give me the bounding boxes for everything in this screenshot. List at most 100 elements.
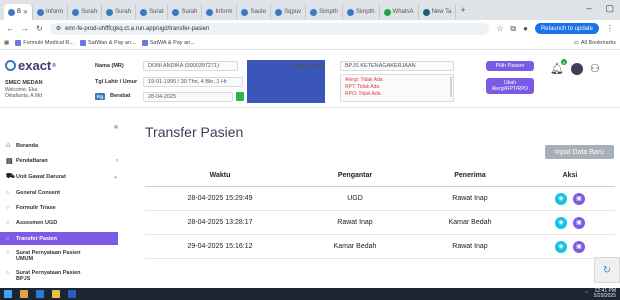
apps-icon[interactable]: ▦ <box>4 40 9 46</box>
home-icon: ⌂ <box>6 142 11 149</box>
table-header: Waktu Pengantar Penerima Aksi <box>145 165 615 187</box>
app-icon[interactable] <box>36 290 44 298</box>
collapse-sidebar-icon[interactable]: « <box>114 122 118 131</box>
sidebar-item-beranda[interactable]: ⌂ Beranda <box>6 142 118 149</box>
weight-label: Berabat <box>110 93 131 99</box>
document-icon[interactable]: ▣ <box>573 216 585 229</box>
view-icon[interactable]: ◉ <box>555 192 567 205</box>
window-controls: – ▢ <box>586 3 614 14</box>
browser-tab[interactable]: Surah <box>68 4 103 20</box>
folder-icon[interactable] <box>52 290 60 298</box>
forward-icon[interactable]: → <box>21 24 29 33</box>
clipboard-icon: ▤ <box>6 158 13 165</box>
users-icon[interactable]: ⚇ <box>590 62 600 75</box>
view-icon[interactable]: ◉ <box>555 216 567 229</box>
cell-penerima: Rawat Inap <box>452 243 488 250</box>
circle-icon: ○ <box>6 250 10 256</box>
back-icon[interactable]: ← <box>6 24 14 33</box>
alert-line: Alergi: Tidak Ada <box>345 77 383 83</box>
browser-tab[interactable]: New Ta <box>419 4 457 20</box>
recaptcha-icon[interactable]: ↻ <box>594 257 620 283</box>
weight-badge: Kg <box>95 93 105 100</box>
sidebar-item-pendaftaran[interactable]: ▤ Pendaftaran › <box>6 157 118 165</box>
browser-tab[interactable]: Simpth <box>343 4 380 20</box>
sidebar-item-general-consent[interactable]: ○ General Consent <box>6 190 118 196</box>
sidebar-item-formulir-triase[interactable]: ○ Formulir Triase <box>6 205 118 211</box>
bookmark-item[interactable]: Formulir Medical R... <box>15 40 74 46</box>
circle-icon: ○ <box>6 220 10 226</box>
input-data-baru-button[interactable]: Input Data Baru <box>545 145 614 159</box>
sidebar-item-ugd[interactable]: ⛟ Unit Gawat Darurat ⌄ <box>6 172 118 181</box>
sidebar-item-transfer-pasien[interactable]: ○ Transfer Pasien <box>0 232 118 245</box>
payer-label: Bisa Penjam <box>292 63 325 69</box>
browser-tab[interactable]: Surah <box>168 4 203 20</box>
bookmark-icon <box>141 40 148 46</box>
browser-tab[interactable]: B ✕ <box>4 4 34 20</box>
browser-tab[interactable]: Surat <box>136 4 169 20</box>
dob-label: Tgl Lahir / Umur <box>95 79 138 85</box>
cell-pengantar: UGD <box>347 195 363 202</box>
green-indicator[interactable] <box>236 92 244 101</box>
pilih-pasien-button[interactable]: Pilih Pasien <box>486 61 534 71</box>
tab-favicon-icon <box>172 8 180 16</box>
ubah-alergi-button[interactable]: Ubah Alergi/RPT/RPO <box>486 78 534 94</box>
document-icon[interactable]: ▣ <box>573 192 585 205</box>
view-icon[interactable]: ◉ <box>555 240 567 253</box>
minimize-icon[interactable]: – <box>586 3 591 14</box>
sidebar-item-surat-bpjs[interactable]: ○ Surat Pernyataan Pasien BPJS <box>6 270 118 282</box>
url-field[interactable]: ⚙ emr-fe-prod-uhfffcgkq.ct.a.run.app/ugd… <box>49 22 490 35</box>
chrome-icon[interactable] <box>20 290 28 298</box>
sidebar-item-assesmen-ugd[interactable]: ○ Assesmen UGD <box>6 220 118 226</box>
browser-tab[interactable]: Sqpuv <box>271 4 307 20</box>
browser-tab[interactable]: Saute <box>237 4 272 20</box>
payer-field: BPJS KETENAGAKERJAAN <box>340 61 454 71</box>
cell-aksi: ◉ ▣ <box>525 211 615 234</box>
reload-icon[interactable]: ↻ <box>36 24 43 33</box>
all-bookmarks[interactable]: ▭ All Bookmarks <box>574 40 616 46</box>
browser-tab[interactable]: Inform <box>33 4 69 20</box>
sidebar-item-surat-umum[interactable]: ○ Surat Pernyataan Pasien UMUM <box>6 250 118 262</box>
bookmarks-bar: ▦ Formulir Medical R... SatWan & Pay an.… <box>0 37 620 50</box>
browser-tab[interactable]: WhatsA <box>380 4 419 20</box>
cell-pengantar: Rawat Inap <box>337 219 373 226</box>
menu-icon[interactable]: ⋮ <box>606 24 614 33</box>
taskbar: ⌃ 12:41 PM 5/29/2025 <box>0 288 620 300</box>
address-bar: ← → ↻ ⚙ emr-fe-prod-uhfffcgkq.ct.a.run.a… <box>0 20 620 37</box>
new-tab-icon[interactable]: + <box>460 5 465 15</box>
tab-favicon-icon <box>422 8 430 16</box>
dob-field: 19-01-1995 / 30 Thn, 4 Bln, 1 Hr <box>143 77 243 87</box>
col-penerima: Penerima <box>454 172 486 179</box>
header-icons: 🔔︎ 0 ⚇ <box>550 59 600 75</box>
table-row: 28-04-2025 15:29:49 UGD Rawat Inap ◉ ▣ <box>145 187 615 211</box>
extensions-icon[interactable]: ⧉ <box>510 24 516 34</box>
clock[interactable]: 12:41 PM 5/29/2025 <box>594 289 616 299</box>
tray-chevron-icon[interactable]: ⌃ <box>585 291 589 297</box>
exact-logo[interactable]: exact ® <box>5 58 56 73</box>
cell-aksi: ◉ ▣ <box>525 187 615 210</box>
profile-icon[interactable]: ● <box>523 24 528 33</box>
start-icon[interactable] <box>4 290 12 298</box>
maximize-icon[interactable]: ▢ <box>605 3 614 14</box>
browser-tab[interactable]: Inform <box>202 4 238 20</box>
alert-scrollbar[interactable] <box>450 77 452 97</box>
bookmark-item[interactable]: SatWan & Pay an... <box>79 40 136 46</box>
avatar[interactable] <box>570 62 583 75</box>
document-icon[interactable]: ▣ <box>573 240 585 253</box>
tab-favicon-icon <box>206 8 214 16</box>
cell-penerima: Kamar Bedah <box>448 219 492 226</box>
circle-icon: ○ <box>6 270 10 276</box>
bookmark-item[interactable]: SatWA & Pay an... <box>141 40 195 46</box>
relaunch-update-button[interactable]: Relaunch to update <box>534 23 599 34</box>
cell-waktu: 29-04-2025 15:16:12 <box>187 243 253 250</box>
word-icon[interactable] <box>68 290 76 298</box>
tab-favicon-icon <box>310 8 318 16</box>
alert-line: RPO: Tidak Ada <box>345 91 381 97</box>
close-icon[interactable]: ✕ <box>23 9 28 16</box>
bookmark-star-icon[interactable]: ☆ <box>496 24 503 33</box>
bell-icon[interactable]: 🔔︎ 0 <box>550 59 567 75</box>
browser-tab[interactable]: Surah <box>102 4 137 20</box>
browser-tab[interactable]: Simpth <box>306 4 343 20</box>
site-info-icon[interactable]: ⚙ <box>56 25 61 32</box>
visit-date-field: 28-04-2025 <box>143 92 233 102</box>
col-aksi: Aksi <box>562 172 578 179</box>
